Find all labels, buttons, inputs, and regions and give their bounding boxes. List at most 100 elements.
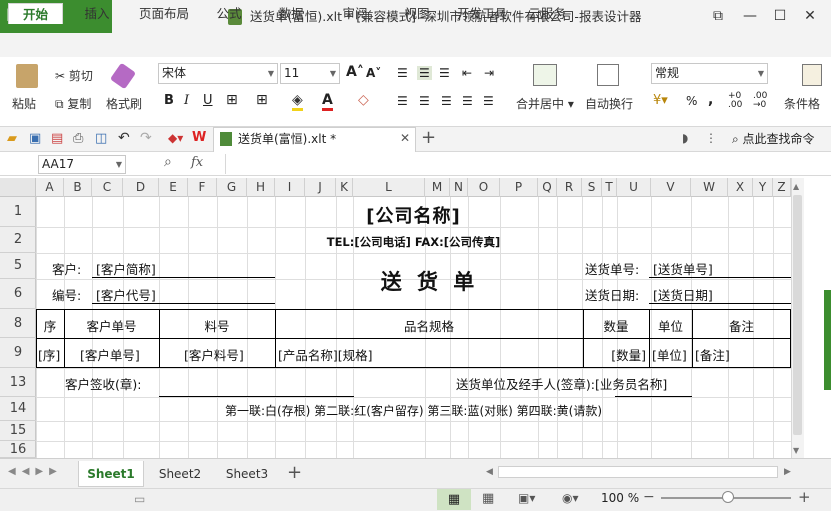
fill-color-icon[interactable]: ◈ [292,92,303,111]
column-header[interactable]: Y [753,178,773,197]
zoom-function-icon[interactable]: ⌕ [164,154,172,170]
undo-icon[interactable]: ↶ [118,130,130,146]
row-header[interactable]: 16 [0,441,36,458]
header-unit[interactable]: 单位 [649,316,692,335]
document-tab[interactable]: 送货单(富恒).xlt * [213,127,416,152]
cell-style-icon[interactable]: ⊞ [256,92,268,108]
conditional-format-button[interactable]: 条件格 [784,95,831,112]
italic-button[interactable]: I [184,93,189,108]
merge-center-icon[interactable] [533,64,557,86]
tab-review[interactable]: 审阅 [330,3,380,24]
customer-value[interactable]: [客户简称] [96,259,156,278]
sheet-tab-sheet2[interactable]: Sheet2 [148,461,212,487]
cut-button[interactable]: ✂ 剪切 [55,67,93,84]
minimize-button[interactable]: — [740,6,760,26]
formula-input[interactable] [225,154,829,174]
redo-icon[interactable]: ↷ [140,130,152,146]
header-product[interactable]: 品名规格 [275,316,583,335]
column-header[interactable]: M [425,178,450,197]
tab-home[interactable]: 开始 [8,3,63,24]
tab-page-layout[interactable]: 页面布局 [132,3,196,24]
row-header[interactable]: 6 [0,279,36,309]
order-no-label[interactable]: 送货单号: [585,259,639,278]
print-preview-icon[interactable]: ◫ [95,131,107,146]
column-header[interactable]: W [691,178,728,197]
column-header[interactable]: L [353,178,425,197]
code-value[interactable]: [客户代号] [96,285,156,304]
share-icon[interactable]: ◗ [682,131,688,145]
border-icon[interactable]: ⊞ [226,92,238,108]
scroll-down-icon[interactable]: ▼ [793,446,799,455]
side-panel-toggle[interactable] [824,290,831,390]
decrease-decimal-icon[interactable]: .00 →0 [753,92,767,110]
header-material[interactable]: 料号 [159,316,275,335]
indent-increase-icon[interactable]: ⇥ [484,66,494,80]
code-label[interactable]: 编号: [52,285,81,304]
column-header[interactable]: D [123,178,159,197]
header-customer-order[interactable]: 客户单号 [64,316,159,335]
tab-data[interactable]: 数据 [266,3,316,24]
scroll-right-icon[interactable]: ▶ [784,467,791,477]
align-center-icon[interactable]: ☰ [419,94,430,108]
close-tab-icon[interactable]: ✕ [400,131,410,145]
print-icon[interactable]: ⎙ [73,131,83,146]
sender-sign-label[interactable]: 送货单位及经手人(签章):[业务员名称] [456,374,667,393]
currency-icon[interactable]: ¥▾ [653,93,668,108]
column-header[interactable]: R [557,178,582,197]
field-seq[interactable]: [序] [38,345,60,364]
column-header[interactable]: G [217,178,247,197]
grow-font-icon[interactable]: A˄ [346,64,364,80]
column-header[interactable]: N [450,178,468,197]
field-material[interactable]: [客户料号] [184,345,244,364]
zoom-slider-handle[interactable] [722,491,734,503]
company-name-cell[interactable]: [公司名称] [36,202,791,228]
restore-down-icon[interactable]: ⧉ [708,6,728,26]
row-header[interactable]: 8 [0,309,36,338]
page-layout-view-icon[interactable]: ▣▾ [518,491,535,505]
column-header[interactable]: J [305,178,336,197]
tab-cloud[interactable]: 云服务 [522,3,572,24]
column-header[interactable]: E [159,178,188,197]
date-value[interactable]: [送货日期] [653,285,713,304]
font-color-icon[interactable]: A [322,92,333,111]
tab-view[interactable]: 视图 [392,3,442,24]
column-header[interactable]: U [617,178,651,197]
row-header[interactable]: 2 [0,227,36,253]
sheet-tab-sheet1[interactable]: Sheet1 [78,461,144,487]
more-icon[interactable]: ⋮ [705,131,717,145]
column-header[interactable]: X [728,178,753,197]
tab-formulas[interactable]: 公式 [204,3,254,24]
paste-icon[interactable] [16,64,38,88]
bold-button[interactable]: B [164,93,174,108]
row-header[interactable]: 1 [0,197,36,227]
auto-wrap-button[interactable]: 自动换行 [585,95,633,112]
order-no-value[interactable]: [送货单号] [653,259,713,278]
column-header[interactable]: F [188,178,217,197]
zoom-level[interactable]: 100 % [601,491,639,505]
justify-icon[interactable]: ☰ [462,94,473,108]
export-pdf-icon[interactable]: ▤ [51,131,63,146]
percent-button[interactable]: % [686,94,697,108]
zoom-in-icon[interactable]: + [798,488,811,506]
tab-insert[interactable]: 插入 [72,3,122,24]
date-label[interactable]: 送货日期: [585,285,639,304]
underline-button[interactable]: U [203,93,213,108]
column-header[interactable]: I [275,178,305,197]
align-bottom-icon[interactable]: ☰ [439,66,450,80]
font-name-select[interactable]: 宋体 ▼ [158,63,278,84]
function-button[interactable]: fx [191,155,203,170]
find-command[interactable]: ⌕ 点此查找命令 [732,130,815,147]
sheet-navigation-icon[interactable]: ◀◀▶▶ [8,466,63,477]
row-header[interactable]: 13 [0,368,36,397]
horizontal-scrollbar[interactable] [498,466,778,478]
macro-record-icon[interactable]: ▭ [134,492,145,506]
shrink-font-icon[interactable]: A˅ [366,66,381,80]
customer-sign-label[interactable]: 客户签收(章): [65,374,141,393]
number-format-select[interactable]: 常规 ▼ [651,63,768,84]
zoom-out-icon[interactable]: − [643,489,655,505]
sheet-tab-sheet3[interactable]: Sheet3 [215,461,279,487]
merge-center-button[interactable]: 合并居中 ▾ [516,95,574,112]
header-quantity[interactable]: 数量 [583,316,649,335]
column-header[interactable]: C [92,178,123,197]
align-top-icon[interactable]: ☰ [397,66,408,80]
